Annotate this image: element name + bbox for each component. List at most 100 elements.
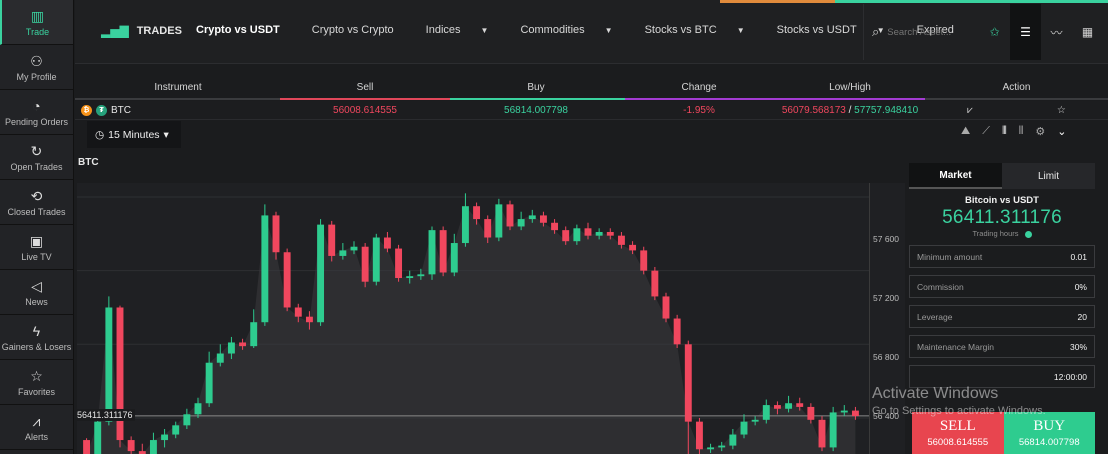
price-chart[interactable] — [77, 183, 869, 454]
sidebar-item-label: Trade — [25, 26, 50, 37]
candle-up — [261, 215, 269, 323]
candle-down — [562, 230, 570, 242]
candle-up — [250, 322, 258, 347]
candle-down — [83, 440, 91, 454]
sell-button[interactable]: SELL 56008.614555 — [912, 412, 1004, 454]
candle-up — [350, 246, 358, 251]
info-icon[interactable] — [1024, 230, 1032, 238]
list-view-icon[interactable]: ☰ — [1010, 4, 1041, 60]
current-price-label: 56411.311176 — [75, 409, 135, 421]
menu-indices[interactable]: Indices ▼ — [426, 24, 505, 36]
field-value: 0% — [1074, 281, 1087, 292]
candle-down — [283, 252, 291, 308]
bar-chart-icon[interactable]: ⫴ — [1019, 125, 1024, 138]
low-price: 56079.568173 — [781, 104, 846, 116]
area-chart-icon[interactable]: ⛰ — [961, 125, 970, 138]
time-field[interactable]: 12:00:00 — [909, 365, 1095, 388]
search-box: ⌕ — [863, 4, 974, 60]
trend-chart-icon[interactable]: ⩗ — [967, 105, 973, 116]
commission-field[interactable]: Commission 0% — [909, 275, 1095, 298]
candle-down — [818, 419, 826, 448]
candle-up — [406, 276, 414, 279]
search-input[interactable] — [887, 26, 958, 38]
caret-down-icon: ▼ — [736, 26, 745, 35]
candle-up — [785, 403, 793, 409]
sidebar-item-label: Alerts — [24, 431, 48, 442]
candle-up — [317, 224, 325, 323]
sidebar-item-pending-orders[interactable]: ◔ Pending Orders — [0, 90, 73, 135]
candle-up — [573, 228, 581, 242]
bitcoin-icon: ₿ — [81, 104, 92, 116]
candle-down — [361, 246, 369, 282]
timeframe-select[interactable]: ◷ 15 Minutes ▾ — [87, 121, 181, 148]
menu-stocks-vs-btc[interactable]: Stocks vs BTC ▼ — [645, 24, 761, 36]
trade-buttons: SELL 56008.614555 BUY 56814.007798 — [912, 412, 1095, 454]
trading-hours: Trading hours — [909, 229, 1095, 238]
line-chart-icon[interactable]: 〰 — [1041, 4, 1072, 60]
chevron-down-icon[interactable]: ⌄ — [1057, 125, 1066, 138]
field-label: Maintenance Margin — [917, 341, 995, 352]
sidebar-item-alerts[interactable]: ⩘ Alerts — [0, 405, 73, 450]
candle-down — [239, 342, 247, 347]
menu-commodities[interactable]: Commodities ▼ — [520, 24, 628, 36]
sidebar-item-my-profile[interactable]: ⚇ My Profile — [0, 45, 73, 90]
timeframe-value: 15 Minutes — [108, 128, 160, 141]
sidebar-item-open-trades[interactable]: ↻ Open Trades — [0, 135, 73, 180]
candle-down — [617, 235, 625, 245]
menu-crypto-vs-crypto[interactable]: Crypto vs Crypto — [312, 24, 410, 36]
sidebar-item-label: Favorites — [17, 386, 55, 397]
closed-trades-icon: ⟲ — [30, 187, 43, 204]
buy-button[interactable]: BUY 56814.007798 — [1003, 412, 1095, 454]
sidebar-item-label: Pending Orders — [4, 116, 69, 127]
candle-down — [584, 228, 592, 236]
favorites-star-icon[interactable]: ✩ — [979, 4, 1010, 60]
candle-up — [205, 362, 213, 404]
column-header-change: Change — [681, 82, 717, 93]
column-header-action: Action — [1002, 82, 1031, 93]
candle-up — [751, 419, 759, 422]
line-chart-icon[interactable]: ⟋ — [982, 125, 990, 138]
menu-item-label: Indices — [425, 24, 461, 36]
trades-logo[interactable]: ▂▅▇ TRADES — [101, 24, 182, 38]
leverage-field[interactable]: Leverage 20 — [909, 305, 1095, 328]
pair-name: Bitcoin vs USDT — [965, 195, 1039, 206]
tab-limit[interactable]: Limit — [1002, 163, 1095, 189]
sidebar-item-favorites[interactable]: ☆ Favorites — [0, 360, 73, 405]
menu-item-label: Commodities — [520, 24, 585, 36]
table-row[interactable]: ₿ ₮ BTC 56008.614555 56814.007798 -1.95%… — [75, 101, 1108, 120]
price-axis-label: 57 200 — [873, 293, 899, 303]
sidebar-item-closed-trades[interactable]: ⟲ Closed Trades — [0, 180, 73, 225]
refresh-icon: ↻ — [30, 142, 43, 159]
sidebar-item-trade[interactable]: ▥ Trade — [0, 0, 73, 45]
candlestick-icon[interactable]: ⦀ — [1002, 125, 1007, 138]
order-panel: Market Limit Bitcoin vs USDT 56411.31117… — [909, 163, 1095, 454]
candle-up — [94, 421, 102, 454]
search-icon[interactable]: ⌕ — [872, 24, 879, 40]
alert-icon: ⩘ — [32, 412, 41, 429]
candle-up — [149, 440, 157, 454]
tether-icon: ₮ — [96, 104, 107, 116]
caret-down-icon: ▼ — [604, 26, 613, 35]
low-high-cell: 56079.568173 / 57757.948410 — [775, 105, 925, 116]
change-percent: -1.95% — [683, 104, 715, 116]
candle-up — [161, 434, 169, 441]
candle-up — [216, 353, 224, 363]
sell-button-price: 56008.614555 — [927, 437, 989, 448]
maintenance-margin-field[interactable]: Maintenance Margin 30% — [909, 335, 1095, 358]
candle-down — [640, 250, 648, 271]
field-label: Leverage — [917, 311, 953, 322]
sidebar-item-news[interactable]: ◁ News — [0, 270, 73, 315]
menu-crypto-vs-usdt[interactable]: Crypto vs USDT — [196, 24, 296, 36]
megaphone-icon: ◁ — [31, 277, 42, 294]
candle-up — [339, 250, 347, 256]
minimum-amount-field[interactable]: Minimum amount 0.01 — [909, 245, 1095, 268]
tab-market[interactable]: Market — [909, 163, 1002, 189]
menu-item-label: Crypto vs USDT — [196, 24, 280, 36]
sidebar-item-gainers-losers[interactable]: ϟ Gainers & Losers — [0, 315, 73, 360]
candle-up — [450, 243, 458, 273]
caret-down-icon: ▼ — [480, 26, 489, 35]
indicators-icon[interactable]: ⚙ — [1035, 125, 1045, 138]
grid-view-icon[interactable]: ▦ — [1072, 4, 1103, 60]
sidebar-item-live-tv[interactable]: ▣ Live TV — [0, 225, 73, 270]
add-favorite-star-icon[interactable]: ☆ — [1057, 105, 1066, 116]
